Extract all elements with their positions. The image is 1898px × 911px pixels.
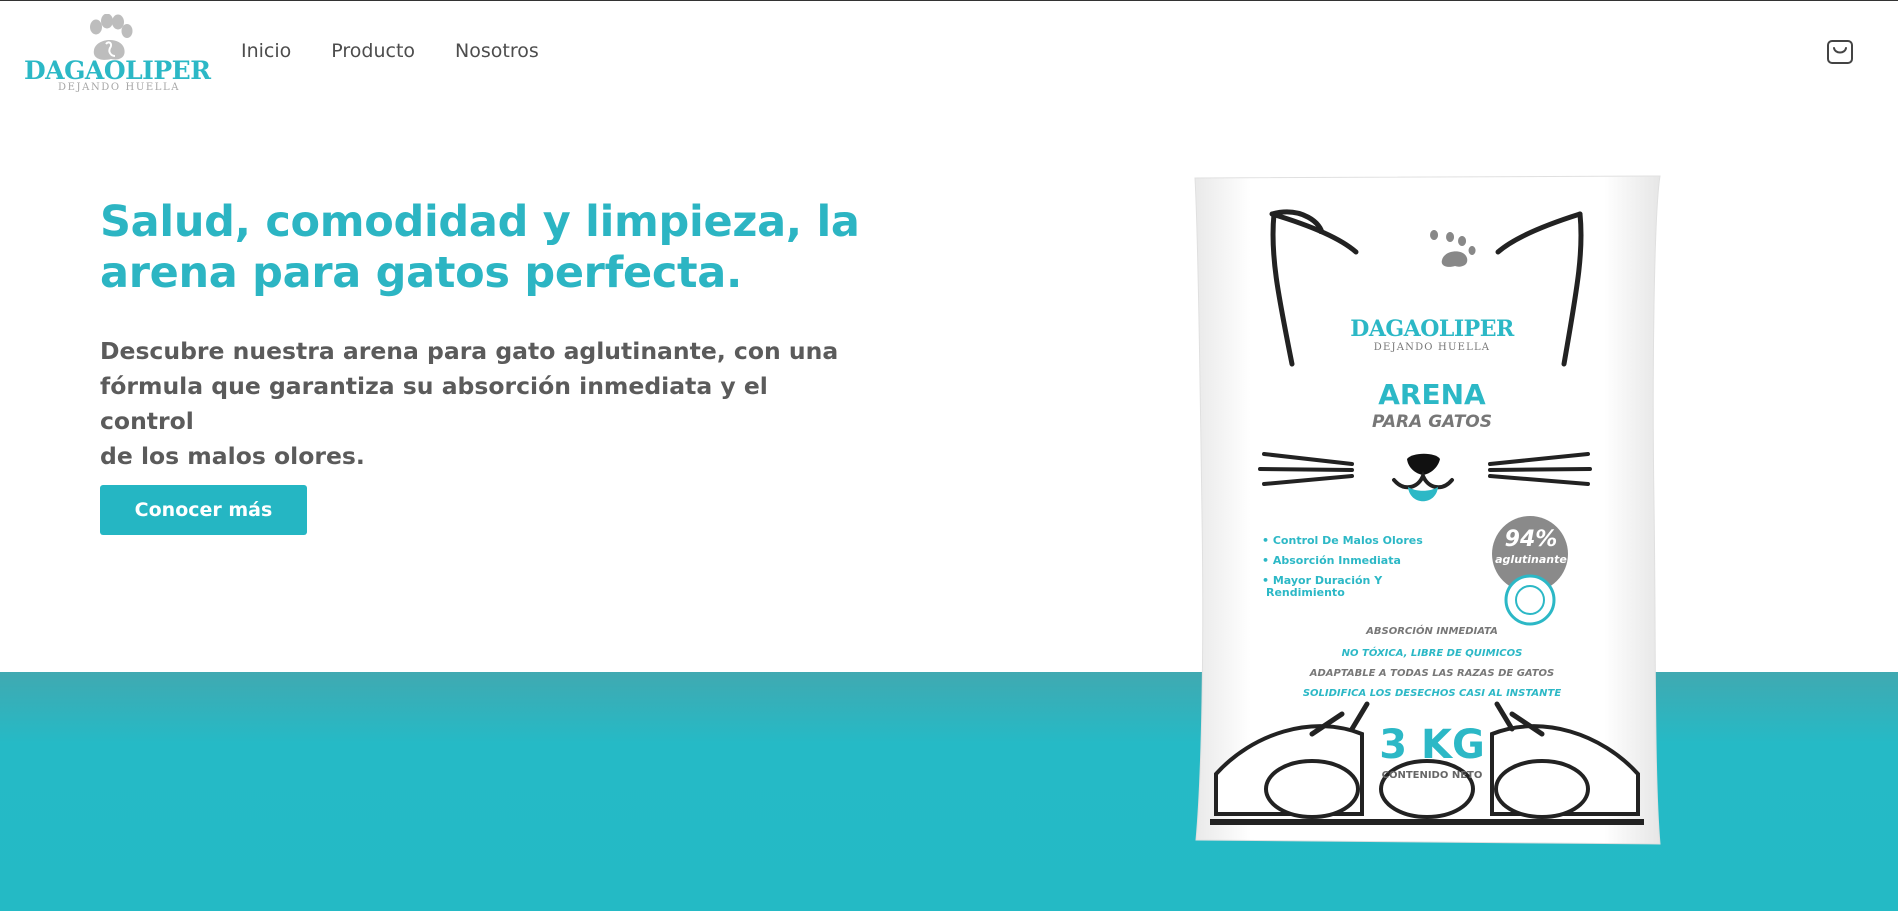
bag-brand-tagline: DEJANDO HUELLA	[1373, 342, 1491, 353]
brand-logo[interactable]: DAGAOLIPER DEJANDO HUELLA	[22, 14, 211, 94]
shopping-bag-icon	[1827, 40, 1853, 64]
bag-claim: ABSORCIÓN INMEDIATA	[1366, 626, 1498, 637]
hero-desc-line-1: Descubre nuestra arena para gato aglutin…	[100, 337, 839, 365]
logo-tagline: DEJANDO HUELLA	[58, 82, 181, 93]
hero-desc-line-2: fórmula que garantiza su absorción inmed…	[100, 372, 768, 435]
bag-weight: 3 KG	[1379, 722, 1485, 768]
hero-title-line-1: Salud, comodidad y limpieza, la	[100, 197, 860, 247]
learn-more-button[interactable]: Conocer más	[100, 485, 307, 535]
hero-description: Descubre nuestra arena para gato aglutin…	[100, 334, 860, 474]
hero-desc-line-3: de los malos olores.	[100, 442, 365, 470]
product-image: DAGAOLIPER DEJANDO HUELLA ARENA PARA GAT…	[1192, 174, 1662, 846]
hero-title-line-2: arena para gatos perfecta.	[100, 248, 743, 298]
nav-inicio[interactable]: Inicio	[241, 40, 291, 62]
bag-claim: SOLIDIFICA LOS DESECHOS CASI AL INSTANTE	[1302, 688, 1562, 699]
bag-feature: • Absorción Inmediata	[1262, 554, 1401, 567]
bag-badge-label: aglutinante	[1495, 553, 1567, 566]
main-nav: Inicio Producto Nosotros	[241, 40, 539, 62]
bag-feature: Rendimiento	[1266, 586, 1345, 599]
bag-product-name: ARENA	[1378, 378, 1486, 411]
hero-title: Salud, comodidad y limpieza, la arena pa…	[100, 197, 880, 299]
nav-nosotros[interactable]: Nosotros	[455, 40, 539, 62]
nav-producto[interactable]: Producto	[331, 40, 415, 62]
bag-claim: NO TÓXICA, LIBRE DE QUIMICOS	[1341, 648, 1523, 659]
logo-wordmark: DAGAOLIPER	[24, 56, 211, 85]
cart-button[interactable]	[1826, 38, 1854, 66]
bag-claim: ADAPTABLE A TODAS LAS RAZAS DE GATOS	[1309, 668, 1555, 679]
bag-badge-percent: 94%	[1504, 527, 1558, 552]
bag-brand: DAGAOLIPER	[1350, 316, 1514, 342]
site-header: DAGAOLIPER DEJANDO HUELLA Inicio Product…	[0, 0, 1898, 106]
bag-weight-label: CONTENIDO NETO	[1381, 770, 1483, 781]
bag-feature: • Control De Malos Olores	[1262, 534, 1423, 547]
bag-product-subname: PARA GATOS	[1372, 412, 1492, 432]
